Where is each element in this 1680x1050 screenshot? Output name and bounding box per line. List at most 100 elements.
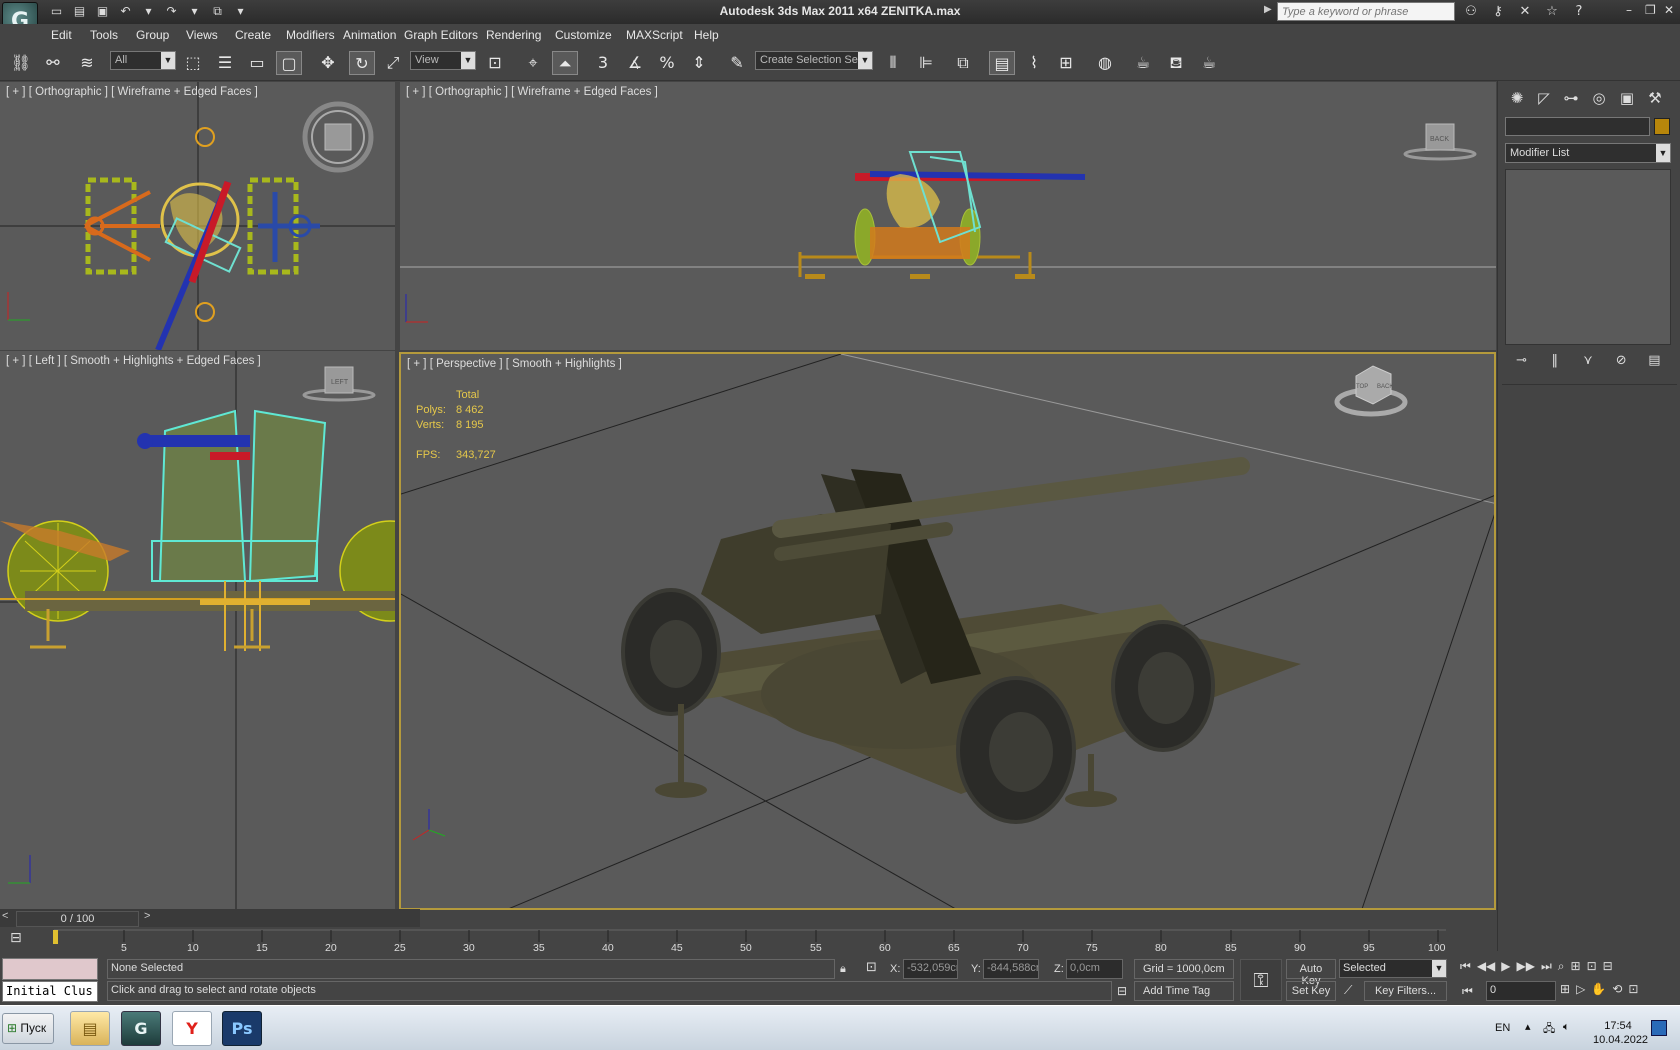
viewport-orthographic-top-left[interactable]: [ + ] [ Orthographic ] [ Wireframe + Edg… xyxy=(0,82,395,350)
subscription-key-icon[interactable]: ⚷ xyxy=(1489,3,1507,20)
track-bar[interactable]: ⊟ 5 10 15 20 25 30 35 40 45 50 55 60 65 … xyxy=(0,928,1460,954)
zoom-all-icon[interactable]: ⊞ xyxy=(1571,959,1581,979)
open-file-icon[interactable]: ▤ xyxy=(71,3,88,20)
undo-icon[interactable]: ↶ xyxy=(117,3,134,20)
material-editor-icon[interactable]: ◍ xyxy=(1092,51,1118,75)
menu-help[interactable]: Help xyxy=(694,28,719,42)
select-object-icon[interactable]: ⬚ xyxy=(180,51,206,75)
selection-lock-icon[interactable]: 🔒︎ xyxy=(840,962,846,976)
render-setup-icon[interactable]: ☕ xyxy=(1130,51,1156,75)
move-icon[interactable]: ✥ xyxy=(315,51,341,75)
motion-tab-icon[interactable]: ◎ xyxy=(1587,89,1611,111)
named-selection-dropdown[interactable]: Create Selection Se ▼ xyxy=(755,51,873,70)
dropdown-arrow-icon[interactable]: ▾ xyxy=(232,3,249,20)
rendered-frame-icon[interactable]: ⛾ xyxy=(1163,51,1189,75)
close-icon[interactable]: ✕ xyxy=(1664,3,1676,19)
render-production-icon[interactable]: ☕ xyxy=(1196,51,1222,75)
show-end-result-icon[interactable]: ‖ xyxy=(1545,351,1565,371)
restore-icon[interactable]: ❐ xyxy=(1645,3,1657,19)
clock[interactable]: 17:54 10.04.2022 xyxy=(1593,1019,1648,1047)
time-configuration-icon[interactable]: ⊞ xyxy=(1560,982,1570,1002)
key-filters-button[interactable]: Key Filters... xyxy=(1364,981,1447,1001)
menu-modifiers[interactable]: Modifiers xyxy=(286,28,335,42)
bind-spacewarp-icon[interactable]: ≋ xyxy=(74,51,100,75)
default-tangent-icon[interactable]: ⟋ xyxy=(1344,983,1352,998)
viewport-label[interactable]: [ + ] [ Orthographic ] [ Wireframe + Edg… xyxy=(406,86,658,98)
scale-icon[interactable]: ⤢ xyxy=(380,51,406,75)
viewport-left[interactable]: LEFT [ + ] [ Left ] [ Smooth + Highlight… xyxy=(0,351,395,909)
graphite-ribbon-icon[interactable]: ▤ xyxy=(989,51,1015,75)
menu-views[interactable]: Views xyxy=(186,28,218,42)
zoom-extents-all-icon[interactable]: ⊟ xyxy=(1603,959,1613,979)
select-by-name-icon[interactable]: ☰ xyxy=(212,51,238,75)
select-manipulate-icon[interactable]: ⌖ xyxy=(520,51,546,75)
favorites-star-icon[interactable]: ☆ xyxy=(1543,3,1561,20)
make-unique-icon[interactable]: ⋎ xyxy=(1578,351,1598,371)
object-name-field[interactable] xyxy=(1505,117,1650,136)
search-expand-icon[interactable]: ▶ xyxy=(1264,4,1272,15)
menu-edit[interactable]: Edit xyxy=(51,28,72,42)
viewcube-face-label[interactable]: BACK xyxy=(1377,384,1393,390)
menu-customize[interactable]: Customize xyxy=(555,28,612,42)
modifier-list-dropdown[interactable]: Modifier List ▼ xyxy=(1505,143,1671,163)
key-mode-toggle-icon[interactable]: ⏮ xyxy=(1462,984,1473,999)
field-of-view-icon[interactable]: ▷ xyxy=(1576,982,1585,1002)
menu-rendering[interactable]: Rendering xyxy=(486,28,541,42)
viewport-label[interactable]: [ + ] [ Orthographic ] [ Wireframe + Edg… xyxy=(6,86,258,98)
start-button[interactable]: ⊞ Пуск xyxy=(2,1013,54,1044)
orbit-icon[interactable]: ⟲ xyxy=(1612,982,1622,1002)
time-tag-icon[interactable]: ⊟ xyxy=(1117,984,1127,998)
remove-modifier-icon[interactable]: ⊘ xyxy=(1611,351,1631,371)
redo-icon[interactable]: ↷ xyxy=(163,3,180,20)
binoculars-icon[interactable]: ⚇ xyxy=(1462,3,1480,20)
dropdown-arrow-icon[interactable]: ▾ xyxy=(186,3,203,20)
current-frame-field[interactable]: 0 xyxy=(1486,981,1556,1001)
pin-stack-icon[interactable]: ⊸ xyxy=(1512,351,1532,371)
slider-prev-icon[interactable]: < xyxy=(2,910,8,922)
viewport-orthographic-top-right[interactable]: BACK [ + ] [ Orthographic ] [ Wireframe … xyxy=(400,82,1496,350)
viewcube-face-label[interactable]: BACK xyxy=(1430,136,1449,143)
slider-next-icon[interactable]: > xyxy=(144,910,150,922)
pivot-center-icon[interactable]: ⊡ xyxy=(482,51,508,75)
create-tab-icon[interactable]: ✺ xyxy=(1505,89,1529,111)
tray-expand-icon[interactable]: ▴ xyxy=(1525,1020,1531,1033)
maxscript-listener-input[interactable]: Initial Clus xyxy=(2,981,98,1002)
keyboard-shortcut-override-icon[interactable]: ⏶ xyxy=(552,51,578,75)
explorer-taskbar-icon[interactable]: ▤ xyxy=(70,1011,110,1046)
go-to-end-icon[interactable]: ⏭ xyxy=(1541,959,1552,979)
menu-animation[interactable]: Animation xyxy=(343,28,396,42)
pan-icon[interactable]: ✋ xyxy=(1591,982,1606,1002)
auto-key-button[interactable]: Auto Key xyxy=(1286,959,1336,987)
go-to-start-icon[interactable]: ⏮ xyxy=(1460,959,1471,979)
minimize-icon[interactable]: – xyxy=(1626,3,1638,19)
save-file-icon[interactable]: ▣ xyxy=(94,3,111,20)
reference-coordinate-dropdown[interactable]: View ▼ xyxy=(410,51,476,70)
communication-icon[interactable]: ✕ xyxy=(1516,3,1534,20)
menu-graph-editors[interactable]: Graph Editors xyxy=(404,28,478,42)
viewport-label[interactable]: [ + ] [ Perspective ] [ Smooth + Highlig… xyxy=(407,358,622,370)
curve-editor-icon[interactable]: ⌇ xyxy=(1021,51,1047,75)
maximize-viewport-icon[interactable]: ⊡ xyxy=(1628,982,1638,1002)
menu-maxscript[interactable]: MAXScript xyxy=(626,28,683,42)
modify-tab-icon[interactable]: ◸ xyxy=(1532,89,1556,111)
x-coordinate-field[interactable]: -532,059cr xyxy=(903,959,958,979)
previous-frame-icon[interactable]: ◀◀ xyxy=(1477,959,1495,979)
hierarchy-tab-icon[interactable]: ⊶ xyxy=(1559,89,1583,111)
volume-icon[interactable]: 🔈︎ xyxy=(1563,1020,1570,1034)
photoshop-taskbar-icon[interactable]: Ps xyxy=(222,1011,262,1046)
link-icon[interactable]: ⛓ xyxy=(8,51,34,75)
viewport-label[interactable]: [ + ] [ Left ] [ Smooth + Highlights + E… xyxy=(6,355,261,367)
add-time-tag-button[interactable]: Add Time Tag xyxy=(1134,981,1234,1001)
zoom-extents-icon[interactable]: ⊡ xyxy=(1587,959,1597,979)
z-coordinate-field[interactable]: 0,0cm xyxy=(1066,959,1123,979)
align-icon[interactable]: ⊫ xyxy=(913,51,939,75)
network-icon[interactable]: 🖧︎ xyxy=(1543,1020,1555,1039)
menu-tools[interactable]: Tools xyxy=(90,28,118,42)
selection-filter-dropdown[interactable]: All ▼ xyxy=(110,51,176,70)
set-key-icon[interactable]: ⚿ xyxy=(1240,959,1282,1001)
time-slider[interactable]: 0 / 100 xyxy=(16,911,139,927)
modifier-stack[interactable] xyxy=(1505,169,1671,345)
unlink-icon[interactable]: ⚯ xyxy=(40,51,66,75)
help-icon[interactable]: ? xyxy=(1570,3,1588,20)
percent-snap-icon[interactable]: % xyxy=(654,51,680,75)
